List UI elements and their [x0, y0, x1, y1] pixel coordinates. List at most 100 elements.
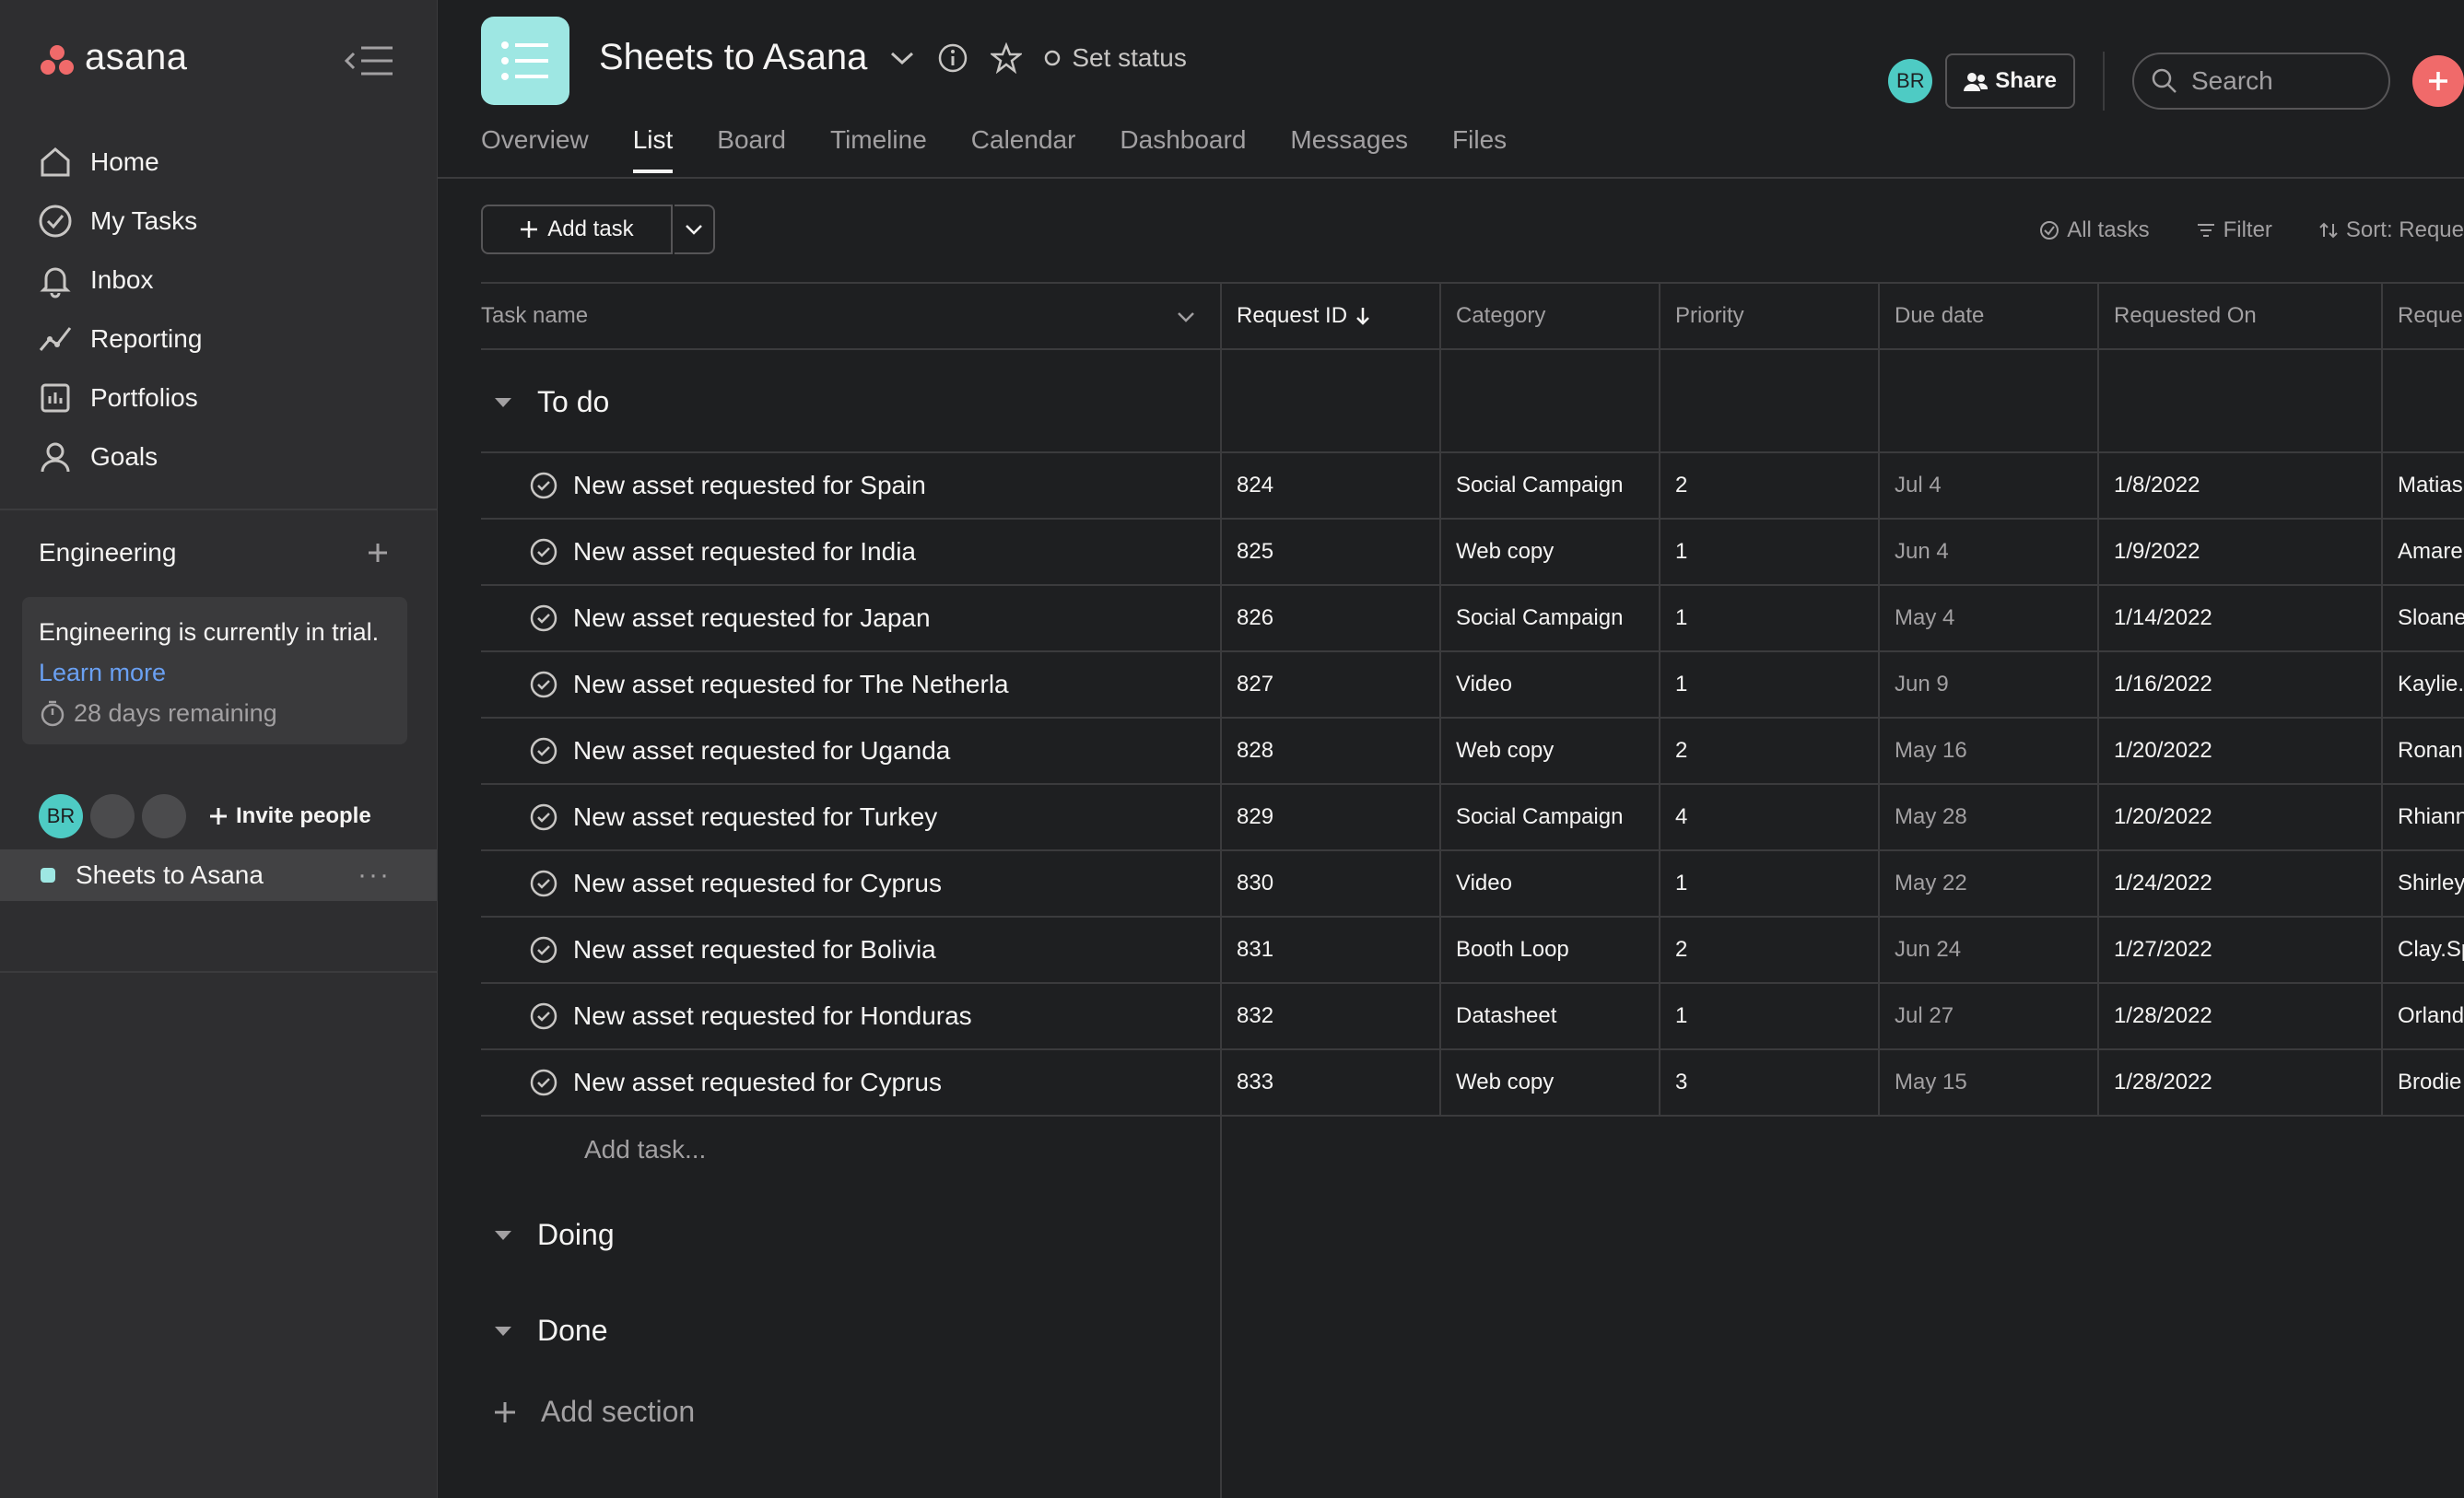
task-name-cell[interactable]: New asset requested for Honduras: [481, 984, 1218, 1048]
table-cell-requester[interactable]: Rhiann: [2383, 785, 2464, 849]
table-cell-due[interactable]: Jul 4: [1880, 453, 2097, 518]
task-name-cell[interactable]: New asset requested for Japan: [481, 586, 1218, 650]
sidebar-item-reporting[interactable]: Reporting: [37, 310, 202, 369]
table-cell-requested-on[interactable]: 1/9/2022: [2099, 520, 2381, 584]
add-task-button[interactable]: Add task: [481, 205, 673, 254]
table-cell-due[interactable]: May 16: [1880, 719, 2097, 783]
table-cell-category[interactable]: Social Campaign: [1441, 453, 1659, 518]
table-cell-category[interactable]: Social Campaign: [1441, 785, 1659, 849]
chevron-down-icon[interactable]: [889, 50, 915, 66]
table-cell-category[interactable]: Web copy: [1441, 520, 1659, 584]
task-name-cell[interactable]: New asset requested for Bolivia: [481, 918, 1218, 982]
table-cell-id[interactable]: 825: [1222, 520, 1439, 584]
complete-task-icon[interactable]: [529, 869, 558, 898]
table-cell-id[interactable]: 832: [1222, 984, 1439, 1048]
table-cell-requested-on[interactable]: 1/28/2022: [2099, 984, 2381, 1048]
tab-messages[interactable]: Messages: [1290, 125, 1408, 173]
table-cell-requester[interactable]: Sloane: [2383, 586, 2464, 650]
table-cell-requested-on[interactable]: 1/16/2022: [2099, 652, 2381, 717]
table-cell-requester[interactable]: Ronan.: [2383, 719, 2464, 783]
column-header-category[interactable]: Category: [1441, 282, 1659, 350]
table-cell-priority[interactable]: 1: [1660, 586, 1878, 650]
tab-files[interactable]: Files: [1452, 125, 1507, 173]
table-cell-priority[interactable]: 2: [1660, 918, 1878, 982]
tab-dashboard[interactable]: Dashboard: [1120, 125, 1246, 173]
table-cell-requested-on[interactable]: 1/28/2022: [2099, 1050, 2381, 1115]
tab-overview[interactable]: Overview: [481, 125, 589, 173]
table-cell-requester[interactable]: Shirley: [2383, 851, 2464, 916]
table-cell-requested-on[interactable]: 1/14/2022: [2099, 586, 2381, 650]
filter-button[interactable]: Filter: [2196, 217, 2272, 243]
table-cell-category[interactable]: Web copy: [1441, 719, 1659, 783]
chevron-down-icon[interactable]: [1177, 311, 1195, 322]
table-cell-due[interactable]: May 15: [1880, 1050, 2097, 1115]
task-name-cell[interactable]: New asset requested for Cyprus: [481, 851, 1218, 916]
add-section-button[interactable]: Add section: [493, 1395, 695, 1429]
table-cell-due[interactable]: May 22: [1880, 851, 2097, 916]
collapse-sidebar-icon[interactable]: [344, 44, 394, 77]
search-input[interactable]: Search: [2132, 53, 2390, 110]
sidebar-item-my-tasks[interactable]: My Tasks: [37, 192, 202, 251]
add-task-inline[interactable]: Add task...: [569, 1117, 938, 1183]
table-cell-priority[interactable]: 1: [1660, 652, 1878, 717]
table-cell-due[interactable]: May 4: [1880, 586, 2097, 650]
task-name-cell[interactable]: New asset requested for India: [481, 520, 1218, 584]
table-cell-category[interactable]: Social Campaign: [1441, 586, 1659, 650]
table-cell-priority[interactable]: 1: [1660, 984, 1878, 1048]
table-cell-due[interactable]: Jun 4: [1880, 520, 2097, 584]
table-cell-due[interactable]: Jun 9: [1880, 652, 2097, 717]
table-cell-requester[interactable]: Amare: [2383, 520, 2464, 584]
complete-task-icon[interactable]: [529, 471, 558, 500]
column-header-priority[interactable]: Priority: [1660, 282, 1878, 350]
table-cell-category[interactable]: Datasheet: [1441, 984, 1659, 1048]
table-cell-id[interactable]: 824: [1222, 453, 1439, 518]
complete-task-icon[interactable]: [529, 603, 558, 633]
column-header-requested-on[interactable]: Requested On: [2099, 282, 2381, 350]
table-cell-priority[interactable]: 1: [1660, 851, 1878, 916]
complete-task-icon[interactable]: [529, 1001, 558, 1031]
table-cell-priority[interactable]: 3: [1660, 1050, 1878, 1115]
create-button[interactable]: [2412, 55, 2464, 107]
task-name-cell[interactable]: New asset requested for Spain: [481, 453, 1218, 518]
info-icon[interactable]: [937, 42, 968, 74]
table-cell-id[interactable]: 829: [1222, 785, 1439, 849]
section-header-doing[interactable]: Doing: [493, 1218, 615, 1252]
task-name-cell[interactable]: New asset requested for The Netherla: [481, 652, 1218, 717]
table-cell-due[interactable]: Jun 24: [1880, 918, 2097, 982]
avatar[interactable]: BR: [1888, 59, 1933, 103]
table-cell-id[interactable]: 831: [1222, 918, 1439, 982]
complete-task-icon[interactable]: [529, 935, 558, 965]
tab-calendar[interactable]: Calendar: [971, 125, 1076, 173]
table-cell-requester[interactable]: Kaylie.: [2383, 652, 2464, 717]
complete-task-icon[interactable]: [529, 670, 558, 699]
table-cell-requester[interactable]: Brodie: [2383, 1050, 2464, 1115]
invite-people-button[interactable]: Invite people: [208, 803, 371, 829]
sidebar-item-project[interactable]: Sheets to Asana ···: [0, 849, 437, 901]
tab-timeline[interactable]: Timeline: [830, 125, 927, 173]
column-header-task-name[interactable]: Task name: [466, 282, 909, 350]
sidebar-item-goals[interactable]: Goals: [37, 427, 202, 486]
table-cell-priority[interactable]: 2: [1660, 453, 1878, 518]
table-cell-requester[interactable]: Matias: [2383, 453, 2464, 518]
share-button[interactable]: Share: [1945, 53, 2075, 109]
table-cell-requested-on[interactable]: 1/20/2022: [2099, 785, 2381, 849]
section-header-todo[interactable]: To do: [493, 385, 609, 419]
table-cell-requester[interactable]: Orland: [2383, 984, 2464, 1048]
table-cell-due[interactable]: Jul 27: [1880, 984, 2097, 1048]
table-cell-requested-on[interactable]: 1/27/2022: [2099, 918, 2381, 982]
complete-task-icon[interactable]: [529, 736, 558, 766]
complete-task-icon[interactable]: [529, 537, 558, 567]
task-name-cell[interactable]: New asset requested for Turkey: [481, 785, 1218, 849]
sort-button[interactable]: Sort: Reque: [2318, 217, 2464, 243]
column-header-request-id[interactable]: Request ID: [1222, 282, 1439, 350]
section-header-done[interactable]: Done: [493, 1314, 608, 1348]
table-cell-due[interactable]: May 28: [1880, 785, 2097, 849]
project-list-icon[interactable]: [481, 17, 569, 105]
table-cell-priority[interactable]: 1: [1660, 520, 1878, 584]
team-header[interactable]: Engineering: [39, 538, 389, 568]
task-name-cell[interactable]: New asset requested for Uganda: [481, 719, 1218, 783]
tab-board[interactable]: Board: [717, 125, 786, 173]
table-cell-id[interactable]: 833: [1222, 1050, 1439, 1115]
star-icon[interactable]: [991, 41, 1023, 74]
complete-task-icon[interactable]: [529, 1068, 558, 1097]
